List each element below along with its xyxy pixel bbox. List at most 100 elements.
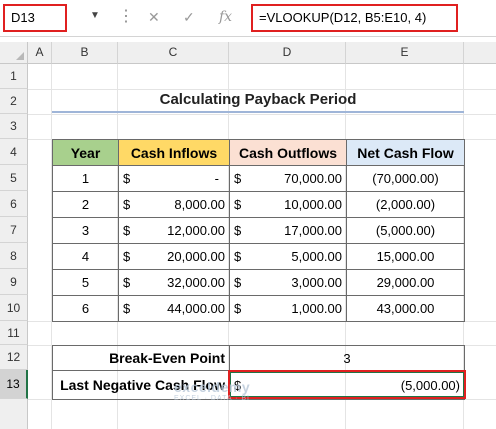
- enter-icon[interactable]: ✓: [183, 9, 195, 26]
- header-net-cash-flow[interactable]: Net Cash Flow: [346, 139, 465, 166]
- net-cell[interactable]: (2,000.00): [346, 191, 465, 218]
- row-header[interactable]: 2: [0, 89, 28, 114]
- inflow-cell[interactable]: $20,000.00: [118, 243, 230, 270]
- currency-symbol: $: [234, 275, 242, 290]
- year-cell[interactable]: 4: [52, 243, 119, 270]
- cancel-icon[interactable]: ✕: [148, 9, 160, 26]
- spreadsheet-window: D13 ▼ ⋮ ✕ ✓ fx =VLOOKUP(D12, B5:E10, 4) …: [0, 0, 496, 429]
- column-header-e[interactable]: E: [346, 42, 464, 64]
- select-all-corner[interactable]: [0, 42, 28, 64]
- outflow-cell[interactable]: $17,000.00: [229, 217, 347, 244]
- summary-row: Last Negative Cash Flow $ (5,000.00): [52, 370, 465, 400]
- net-cell[interactable]: (70,000.00): [346, 165, 465, 192]
- table-row: 2 $8,000.00 $10,000.00 (2,000.00): [52, 191, 465, 218]
- row-header[interactable]: 10: [0, 295, 28, 321]
- row-header-selected[interactable]: 13: [0, 370, 28, 399]
- currency-symbol: $: [123, 171, 131, 186]
- inflow-value: -: [214, 171, 219, 186]
- inflow-cell[interactable]: $ -: [118, 165, 230, 192]
- row-header[interactable]: 4: [0, 139, 28, 165]
- inflow-value: 44,000.00: [167, 301, 225, 316]
- summary-row: Break-Even Point 3: [52, 345, 465, 371]
- inflow-cell[interactable]: $12,000.00: [118, 217, 230, 244]
- row-header[interactable]: 3: [0, 114, 28, 139]
- cash-flow-table: Year Cash Inflows Cash Outflows Net Cash…: [52, 139, 465, 322]
- row-header[interactable]: 1: [0, 64, 28, 89]
- inflow-value: 32,000.00: [167, 275, 225, 290]
- currency-symbol: $: [123, 249, 131, 264]
- formula-input[interactable]: =VLOOKUP(D12, B5:E10, 4): [251, 4, 458, 32]
- currency-symbol: $: [123, 301, 131, 316]
- outflow-cell[interactable]: $1,000.00: [229, 295, 347, 322]
- row-header[interactable]: 7: [0, 217, 28, 243]
- table-row: 1 $ - $70,000.00 (70,000.00): [52, 165, 465, 192]
- net-cell[interactable]: 15,000.00: [346, 243, 465, 270]
- outflow-value: 70,000.00: [284, 171, 342, 186]
- inflow-cell[interactable]: $44,000.00: [118, 295, 230, 322]
- currency-symbol: $: [123, 197, 131, 212]
- column-header-a[interactable]: A: [28, 42, 52, 64]
- currency-symbol: $: [234, 171, 242, 186]
- outflow-value: 10,000.00: [284, 197, 342, 212]
- row-header[interactable]: 11: [0, 321, 28, 345]
- outflow-cell[interactable]: $5,000.00: [229, 243, 347, 270]
- outflow-value: 5,000.00: [291, 249, 342, 264]
- row-header[interactable]: 5: [0, 165, 28, 191]
- outflow-value: 17,000.00: [284, 223, 342, 238]
- watermark-logo: exceldemy EXCEL · DATA · BI: [174, 379, 250, 402]
- table-row: 5 $32,000.00 $3,000.00 29,000.00: [52, 269, 465, 296]
- inflow-value: 12,000.00: [167, 223, 225, 238]
- column-header-c[interactable]: C: [118, 42, 229, 64]
- formula-bar-divider: [0, 36, 496, 37]
- last-negative-value: (5,000.00): [400, 377, 460, 393]
- watermark-tagline: EXCEL · DATA · BI: [174, 395, 250, 402]
- row-header[interactable]: 6: [0, 191, 28, 217]
- sheet-title[interactable]: Calculating Payback Period: [52, 88, 464, 113]
- last-negative-cell[interactable]: $ (5,000.00): [229, 370, 465, 400]
- inflow-value: 20,000.00: [167, 249, 225, 264]
- header-cash-inflows[interactable]: Cash Inflows: [118, 139, 230, 166]
- break-even-label[interactable]: Break-Even Point: [52, 345, 230, 371]
- year-cell[interactable]: 3: [52, 217, 119, 244]
- function-icon[interactable]: fx: [219, 9, 232, 25]
- summary-table: Break-Even Point 3 Last Negative Cash Fl…: [52, 345, 465, 400]
- name-box[interactable]: D13: [3, 4, 67, 32]
- column-header-f[interactable]: [464, 42, 496, 64]
- more-options-icon[interactable]: ⋮: [118, 6, 134, 28]
- row-header[interactable]: [0, 399, 28, 429]
- column-header-b[interactable]: B: [52, 42, 118, 64]
- currency-symbol: $: [234, 197, 242, 212]
- year-cell[interactable]: 1: [52, 165, 119, 192]
- currency-symbol: $: [234, 249, 242, 264]
- gridline: [28, 114, 496, 115]
- currency-symbol: $: [123, 223, 131, 238]
- net-cell[interactable]: 43,000.00: [346, 295, 465, 322]
- currency-symbol: $: [234, 301, 242, 316]
- column-header-d[interactable]: D: [229, 42, 346, 64]
- row-header[interactable]: 8: [0, 243, 28, 269]
- table-row: 3 $12,000.00 $17,000.00 (5,000.00): [52, 217, 465, 244]
- outflow-value: 3,000.00: [291, 275, 342, 290]
- inflow-cell[interactable]: $32,000.00: [118, 269, 230, 296]
- chevron-down-icon[interactable]: ▼: [90, 10, 100, 21]
- outflow-cell[interactable]: $3,000.00: [229, 269, 347, 296]
- inflow-value: 8,000.00: [174, 197, 225, 212]
- row-header[interactable]: 9: [0, 269, 28, 295]
- outflow-value: 1,000.00: [291, 301, 342, 316]
- row-header[interactable]: 12: [0, 345, 28, 370]
- table-header-row: Year Cash Inflows Cash Outflows Net Cash…: [52, 139, 465, 166]
- year-cell[interactable]: 6: [52, 295, 119, 322]
- net-cell[interactable]: 29,000.00: [346, 269, 465, 296]
- net-cell[interactable]: (5,000.00): [346, 217, 465, 244]
- year-cell[interactable]: 2: [52, 191, 119, 218]
- outflow-cell[interactable]: $10,000.00: [229, 191, 347, 218]
- inflow-cell[interactable]: $8,000.00: [118, 191, 230, 218]
- currency-symbol: $: [234, 223, 242, 238]
- header-year[interactable]: Year: [52, 139, 119, 166]
- watermark-name: exceldemy: [174, 379, 251, 395]
- outflow-cell[interactable]: $70,000.00: [229, 165, 347, 192]
- break-even-value[interactable]: 3: [229, 345, 465, 371]
- table-row: 6 $44,000.00 $1,000.00 43,000.00: [52, 295, 465, 322]
- header-cash-outflows[interactable]: Cash Outflows: [229, 139, 347, 166]
- year-cell[interactable]: 5: [52, 269, 119, 296]
